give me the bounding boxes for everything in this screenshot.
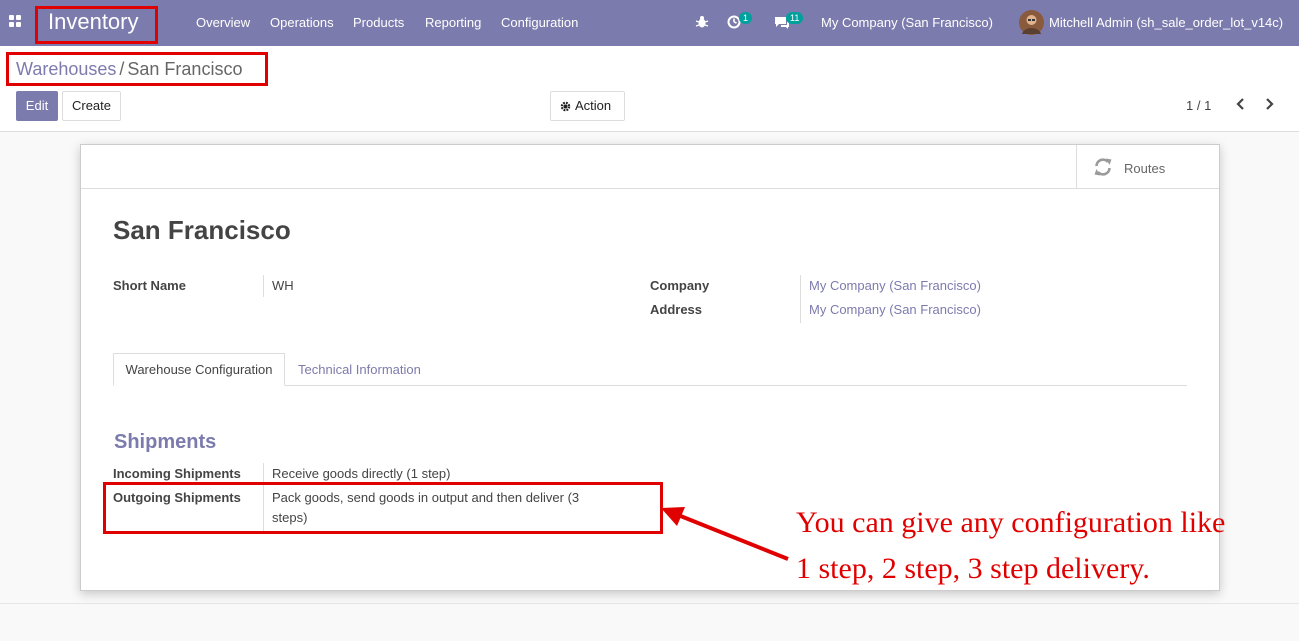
field-separator	[800, 275, 801, 323]
user-menu[interactable]: Mitchell Admin (sh_sale_order_lot_v14c)	[1049, 15, 1283, 30]
menu-reporting[interactable]: Reporting	[425, 15, 481, 30]
message-badge: 11	[786, 12, 804, 24]
menu-products[interactable]: Products	[353, 15, 404, 30]
action-button[interactable]: Action	[550, 91, 625, 121]
section-title: Shipments	[114, 431, 217, 453]
annotation-line1: You can give any configuration like	[796, 506, 1226, 539]
routes-button[interactable]: Routes	[1076, 145, 1219, 189]
chevron-left-icon[interactable]	[1234, 96, 1248, 112]
menu-overview[interactable]: Overview	[196, 15, 250, 30]
arrow-icon	[661, 507, 789, 561]
incoming-shipments-value: Receive goods directly (1 step)	[272, 466, 451, 481]
address-label: Address	[650, 302, 703, 317]
tab-technical-information[interactable]: Technical Information	[298, 362, 421, 377]
annotation-line2: 1 step, 2 step, 3 step delivery.	[796, 552, 1150, 585]
edit-button[interactable]: Edit	[16, 91, 58, 121]
button-box: Routes	[81, 145, 1219, 189]
gear-icon	[560, 101, 571, 112]
tab-warehouse-configuration[interactable]: Warehouse Configuration	[113, 353, 285, 386]
top-navbar: Inventory Overview Operations Products R…	[0, 0, 1299, 46]
company-link[interactable]: My Company (San Francisco)	[809, 278, 981, 293]
pager-value[interactable]: 1 / 1	[1186, 98, 1211, 113]
menu-operations[interactable]: Operations	[270, 15, 334, 30]
bug-icon[interactable]	[695, 15, 709, 29]
activity-badge: 1	[739, 12, 753, 24]
company-switcher[interactable]: My Company (San Francisco)	[821, 15, 993, 30]
apps-icon[interactable]	[9, 15, 23, 29]
avatar[interactable]	[1019, 10, 1044, 35]
field-separator	[263, 275, 264, 297]
highlight-app-name	[35, 6, 158, 44]
menu-configuration[interactable]: Configuration	[501, 15, 578, 30]
routes-label: Routes	[1124, 161, 1166, 176]
highlight-breadcrumb	[6, 52, 268, 86]
refresh-icon	[1094, 158, 1112, 176]
short-name-label: Short Name	[113, 278, 186, 293]
chevron-right-icon[interactable]	[1262, 96, 1276, 112]
short-name-value: WH	[272, 278, 294, 293]
incoming-shipments-label: Incoming Shipments	[113, 466, 241, 481]
action-label: Action	[575, 98, 612, 113]
create-button[interactable]: Create	[62, 91, 121, 121]
address-link[interactable]: My Company (San Francisco)	[809, 302, 981, 317]
company-label: Company	[650, 278, 710, 293]
highlight-outgoing-shipments	[103, 482, 663, 534]
footer-bar	[0, 603, 1299, 641]
warehouse-title: San Francisco	[113, 215, 291, 245]
